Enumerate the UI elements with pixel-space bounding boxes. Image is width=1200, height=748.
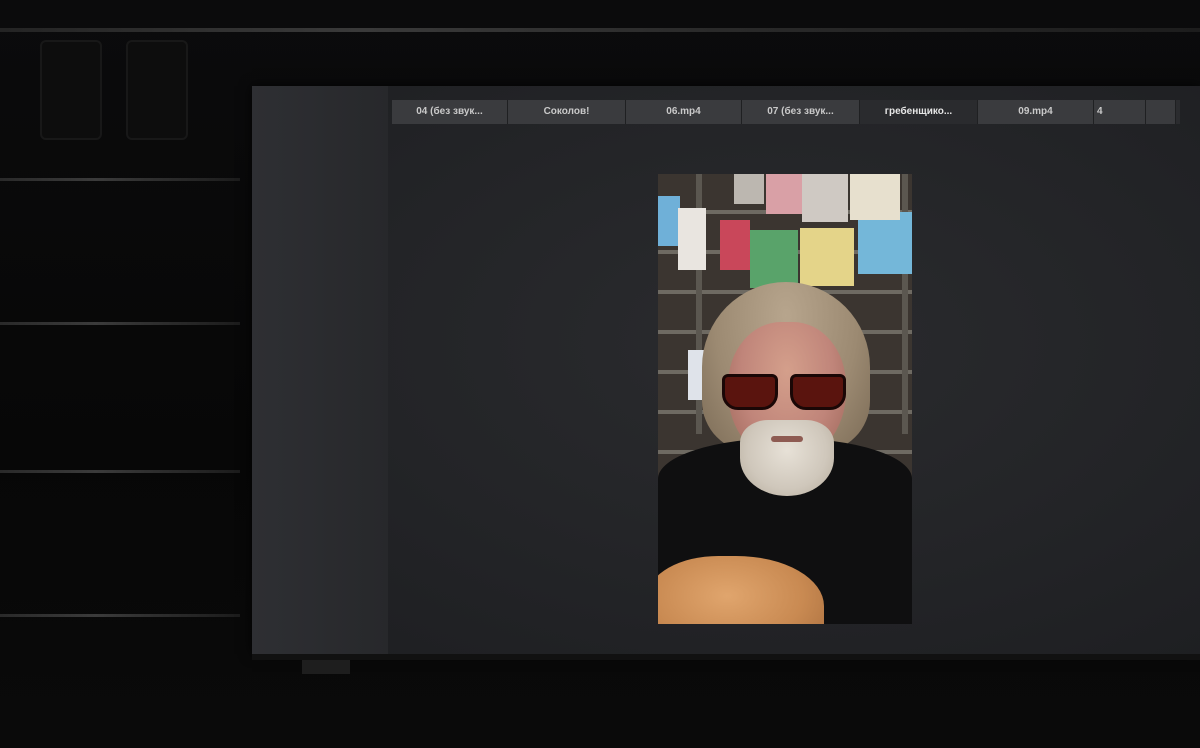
prayer-flag xyxy=(800,228,854,286)
wall-trim xyxy=(0,28,1200,32)
screen-foot xyxy=(302,660,350,674)
person-mouth xyxy=(771,436,803,442)
sunglasses-left-lens xyxy=(722,374,778,410)
video-tab-bar: 04 (без звук... Соколов! 06.mp4 07 (без … xyxy=(392,100,1180,124)
video-frame[interactable] xyxy=(658,174,912,624)
projector-screen: 04 (без звук... Соколов! 06.mp4 07 (без … xyxy=(252,86,1200,654)
wall-shelf xyxy=(0,322,240,325)
wall-shelf xyxy=(0,470,240,473)
tab-video-grebenshchikov[interactable]: гребенщико... xyxy=(860,100,978,124)
tab-video-09[interactable]: 09.mp4 xyxy=(978,100,1094,124)
prayer-flag xyxy=(658,196,680,246)
prayer-flag xyxy=(766,174,802,214)
prayer-flag xyxy=(720,220,750,270)
prayer-flag xyxy=(678,208,706,270)
wall-emblem xyxy=(40,40,102,140)
tab-video-04[interactable]: 04 (без звук... xyxy=(392,100,508,124)
prayer-flag xyxy=(734,174,764,204)
tab-video-sokolov[interactable]: Соколов! xyxy=(508,100,626,124)
prayer-flag xyxy=(750,230,798,288)
tab-video-06[interactable]: 06.mp4 xyxy=(626,100,742,124)
wall-shelf xyxy=(0,614,240,617)
prayer-flag xyxy=(802,174,848,222)
person-beard xyxy=(740,420,834,496)
screen-margin xyxy=(252,86,388,654)
sunglasses-right-lens xyxy=(790,374,846,410)
tab-overflow[interactable] xyxy=(1146,100,1176,124)
wall-shelf xyxy=(0,178,240,181)
prayer-flag xyxy=(858,212,912,274)
wall-emblem xyxy=(126,40,188,140)
tab-video-07[interactable]: 07 (без звук... xyxy=(742,100,860,124)
prayer-flag xyxy=(850,174,900,220)
tab-video-truncated[interactable]: 4 xyxy=(1094,100,1146,124)
screen-bottom-edge xyxy=(252,654,1200,660)
